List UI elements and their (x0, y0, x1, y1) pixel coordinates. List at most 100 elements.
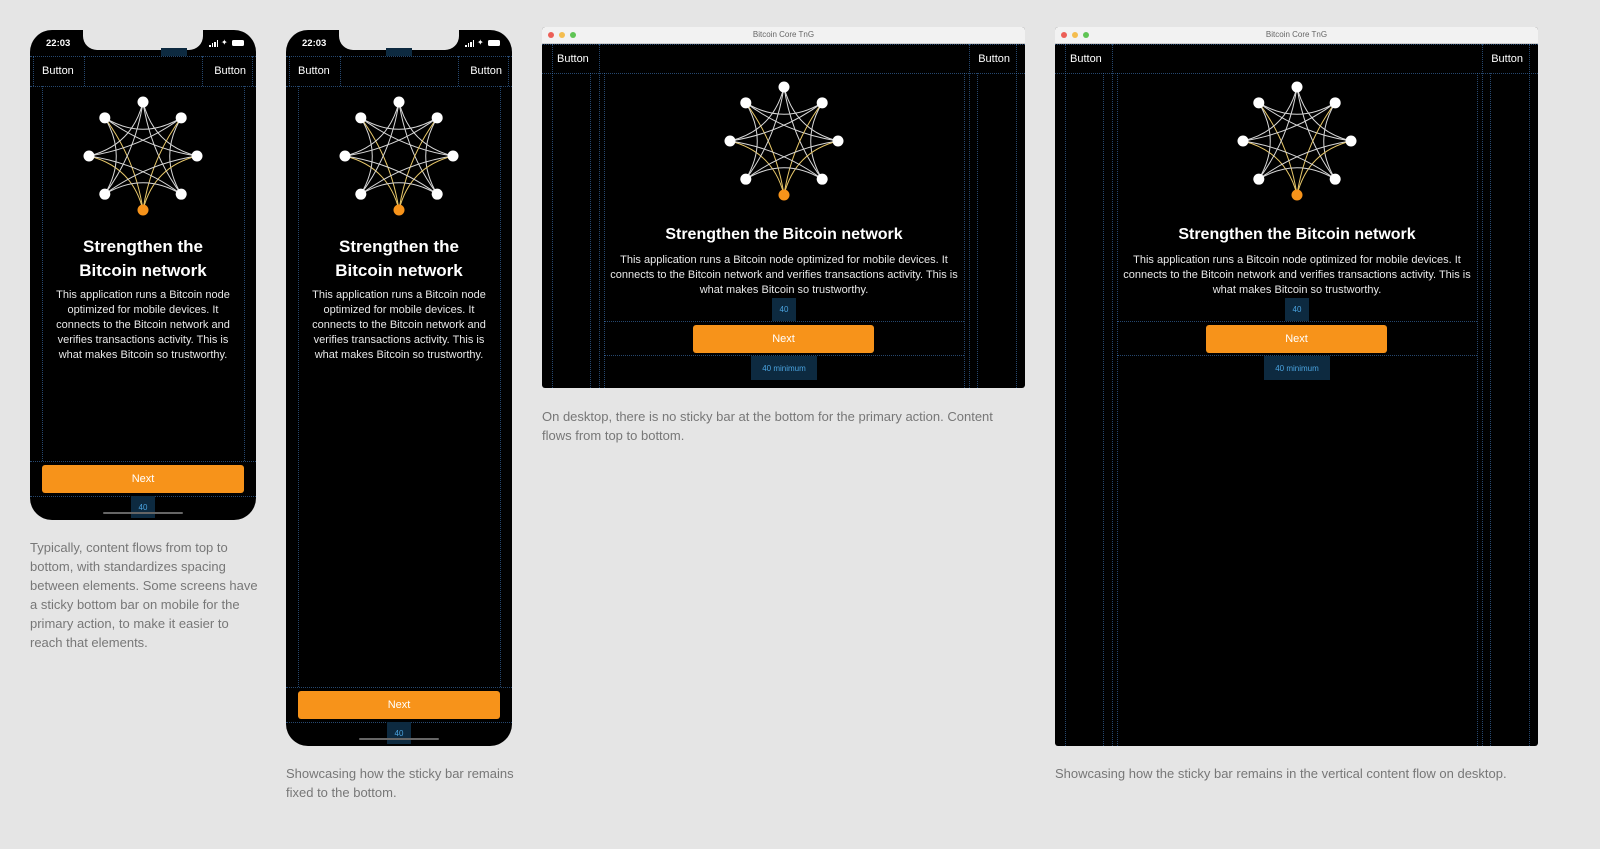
network-link (425, 117, 438, 195)
bitcoin-network-illustration (724, 81, 844, 201)
header-left-button[interactable]: Button (557, 53, 589, 65)
window-titlebar: Bitcoin Core TnG (542, 27, 1025, 44)
next-button[interactable]: Next (1206, 325, 1387, 353)
network-node (339, 150, 351, 162)
network-node (175, 112, 187, 124)
hero-body: This application runs a Bitcoin node opt… (56, 289, 230, 361)
header-left-button[interactable]: Button (42, 65, 74, 77)
caption-desktop-flow: On desktop, there is no sticky bar at th… (542, 409, 993, 443)
network-link (104, 117, 182, 130)
status-time: 22:03 (46, 38, 71, 49)
network-link (1258, 102, 1336, 115)
network-link (1258, 102, 1271, 180)
hero-title: Strengthen the Bitcoin network (1178, 226, 1416, 243)
network-link (360, 182, 438, 195)
battery-icon (232, 40, 244, 46)
status-icons: ✦ (209, 39, 244, 47)
caption-mobile-typical: Typically, content flows from top to bot… (30, 540, 258, 650)
header-right-button[interactable]: Button (470, 65, 502, 77)
hero-title: Strengthen the Bitcoin network (665, 226, 903, 243)
home-indicator (103, 512, 183, 514)
header-right-button[interactable]: Button (978, 53, 1010, 65)
network-node (816, 173, 828, 185)
spacing-indicator: 40 (387, 722, 411, 744)
header-left-button[interactable]: Button (298, 65, 330, 77)
phone-notch (83, 30, 203, 50)
bitcoin-network-illustration (83, 96, 203, 216)
notch-spacer-indicator (161, 48, 187, 56)
network-node (431, 188, 443, 200)
caption-mobile-sticky: Showcasing how the sticky bar remains fi… (286, 766, 514, 800)
header-right-button[interactable]: Button (214, 65, 246, 77)
network-node (355, 112, 367, 124)
network-node (724, 135, 736, 147)
battery-icon (488, 40, 500, 46)
network-link (360, 117, 438, 130)
next-button[interactable]: Next (42, 465, 244, 493)
network-link (360, 117, 373, 195)
network-node-own (137, 204, 149, 216)
spacing-indicator-minimum: 40 minimum (751, 356, 817, 380)
network-link (1258, 167, 1336, 180)
network-node (1253, 97, 1265, 109)
hero-title: Strengthen the Bitcoin network (79, 237, 207, 280)
spacing-indicator-minimum: 40 minimum (1264, 356, 1330, 380)
window-title: Bitcoin Core TnG (752, 30, 815, 39)
network-node (1253, 173, 1265, 185)
network-node (191, 150, 203, 162)
network-node-own (1291, 189, 1303, 201)
network-node (393, 96, 405, 108)
window-title: Bitcoin Core TnG (1265, 30, 1328, 39)
network-link (745, 102, 823, 115)
hero-title: Strengthen the Bitcoin network (335, 237, 463, 280)
next-button[interactable]: Next (298, 691, 500, 719)
hero-body: This application runs a Bitcoin node opt… (312, 289, 486, 361)
network-node (778, 81, 790, 93)
network-node (1237, 135, 1249, 147)
desktop-window-flow: Bitcoin Core TnG Button Button Strengthe… (542, 27, 1025, 388)
network-node (816, 97, 828, 109)
phone-notch (339, 30, 459, 50)
desktop-window-sticky: Bitcoin Core TnG Button Button Strengthe… (1055, 27, 1538, 746)
mobile-screen-typical: 22:03 ✦ Button Button Strengthen the Bit… (30, 30, 256, 520)
home-indicator (359, 738, 439, 740)
network-node-own (393, 204, 405, 216)
network-node (1291, 81, 1303, 93)
wifi-icon: ✦ (477, 38, 484, 47)
signal-icon (465, 39, 474, 47)
notch-spacer-indicator (386, 48, 412, 56)
spacing-indicator: 40 (131, 496, 155, 518)
network-link (745, 167, 823, 180)
network-node (83, 150, 95, 162)
network-node-own (778, 189, 790, 201)
network-link (169, 117, 182, 195)
network-node (832, 135, 844, 147)
network-link (745, 102, 758, 180)
network-node (431, 112, 443, 124)
hero-body: This application runs a Bitcoin node opt… (1123, 254, 1471, 296)
wifi-icon: ✦ (221, 38, 228, 47)
hero-body: This application runs a Bitcoin node opt… (610, 254, 958, 296)
network-node (740, 173, 752, 185)
network-link (1323, 102, 1336, 180)
window-titlebar: Bitcoin Core TnG (1055, 27, 1538, 44)
network-node (1329, 97, 1341, 109)
caption-desktop-sticky: Showcasing how the sticky bar remains in… (1055, 766, 1507, 781)
network-link (104, 117, 117, 195)
header-right-button[interactable]: Button (1491, 53, 1523, 65)
bitcoin-network-illustration (1237, 81, 1357, 201)
next-button[interactable]: Next (693, 325, 874, 353)
network-node (355, 188, 367, 200)
signal-icon (209, 39, 218, 47)
header-left-button[interactable]: Button (1070, 53, 1102, 65)
network-node (175, 188, 187, 200)
network-link (104, 182, 182, 195)
network-node (1345, 135, 1357, 147)
network-node (447, 150, 459, 162)
spacing-indicator: 40 (772, 298, 796, 321)
spacing-indicator: 40 (1285, 298, 1309, 321)
network-node (1329, 173, 1341, 185)
status-icons: ✦ (465, 39, 500, 47)
mobile-screen-sticky: 22:03 ✦ Button Button Strengthen the Bit… (286, 30, 512, 746)
network-node (740, 97, 752, 109)
